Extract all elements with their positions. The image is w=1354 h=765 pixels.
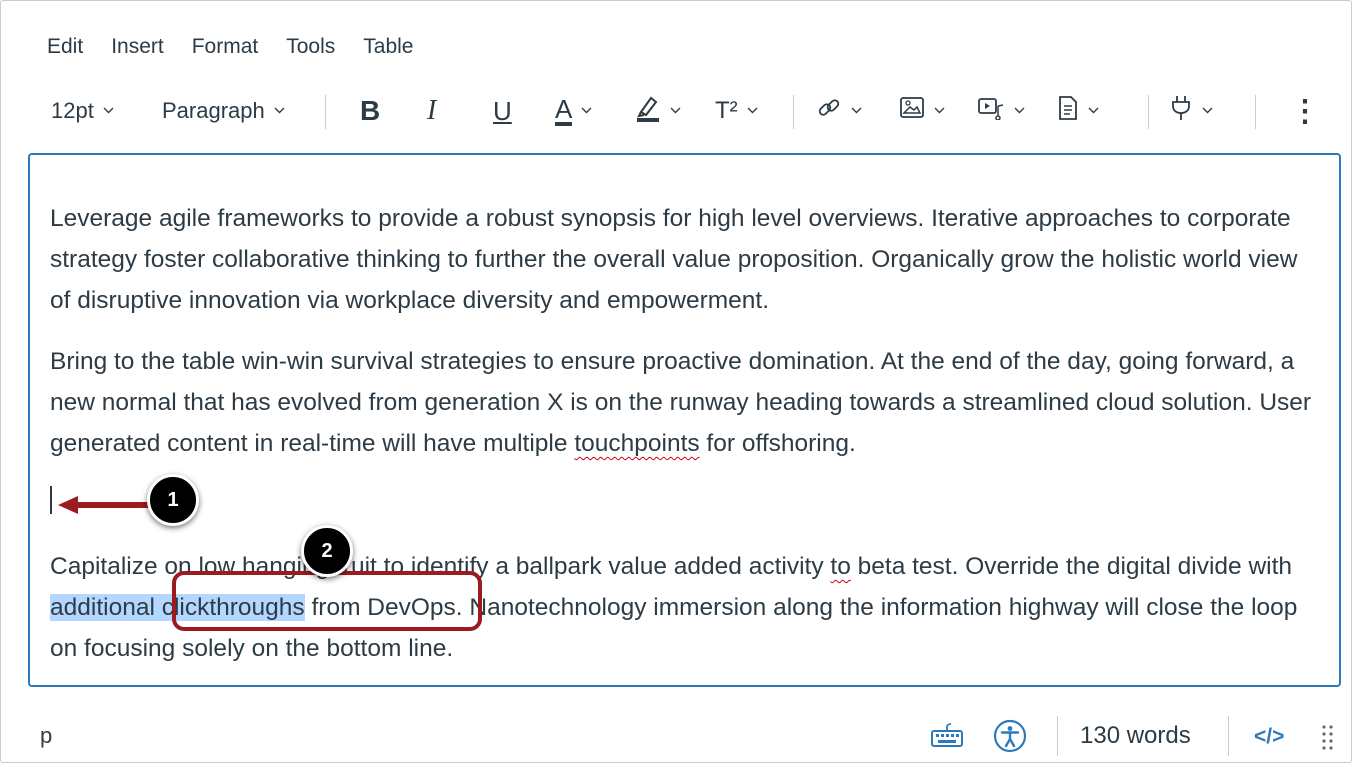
highlight-icon (635, 94, 661, 128)
paragraph-1[interactable]: Leverage agile frameworks to provide a r… (50, 198, 1320, 321)
italic-icon: I (427, 95, 437, 126)
accessibility-icon[interactable] (993, 719, 1027, 758)
more-button[interactable]: ⋮ (1290, 92, 1320, 130)
underline-button[interactable]: U (493, 92, 512, 130)
paragraph-2-text-b: for offshoring. (699, 430, 856, 457)
apps-plug-icon (1169, 94, 1193, 128)
paragraph-3-text-b: beta test. Override the digital divide w… (850, 553, 1293, 580)
toolbar-divider (1148, 95, 1149, 129)
chevron-down-icon (934, 107, 945, 116)
document-button[interactable] (1057, 92, 1099, 130)
resize-grip-icon[interactable] (1321, 724, 1335, 755)
html-editor-toggle[interactable]: </> (1254, 725, 1284, 749)
block-format-value: Paragraph (162, 98, 265, 123)
callout-highlight-box (172, 571, 482, 631)
media-icon (977, 96, 1005, 126)
spellcheck-word[interactable]: to (830, 553, 850, 580)
chevron-down-icon (581, 107, 592, 116)
chevron-down-icon (747, 107, 758, 116)
italic-button[interactable]: I (427, 92, 436, 130)
more-icon: ⋮ (1290, 94, 1320, 128)
menu-format[interactable]: Format (192, 32, 259, 62)
font-size-value: 12pt (51, 98, 94, 123)
text-cursor (50, 486, 52, 514)
document-icon (1057, 95, 1079, 127)
toolbar-divider (325, 95, 326, 129)
paragraph-2[interactable]: Bring to the table win-win survival stra… (50, 341, 1320, 464)
chevron-down-icon (851, 107, 862, 116)
chevron-down-icon (1088, 107, 1099, 116)
toolbar-divider (793, 95, 794, 129)
superscript-icon: T² (715, 97, 738, 124)
chevron-down-icon (274, 107, 285, 116)
word-count[interactable]: 130 words (1080, 722, 1191, 750)
image-button[interactable] (899, 92, 945, 130)
chevron-down-icon (1014, 107, 1025, 116)
menu-insert[interactable]: Insert (111, 32, 164, 62)
callout-arrow-icon (58, 496, 150, 514)
status-divider (1228, 716, 1229, 756)
apps-button[interactable] (1169, 92, 1213, 130)
font-size-dropdown[interactable]: 12pt (51, 92, 114, 130)
status-divider (1057, 716, 1058, 756)
menu-edit[interactable]: Edit (47, 32, 83, 62)
menu-table[interactable]: Table (363, 32, 413, 62)
toolbar: 12pt Paragraph B I U A T² ⋮ (47, 92, 1327, 130)
text-color-icon: A (555, 94, 573, 126)
chevron-down-icon (1202, 107, 1213, 116)
highlight-color-button[interactable] (635, 92, 681, 130)
element-path[interactable]: p (40, 723, 52, 749)
link-button[interactable] (816, 92, 862, 130)
block-format-dropdown[interactable]: Paragraph (162, 92, 285, 130)
link-icon (816, 95, 842, 127)
image-icon (899, 96, 925, 126)
bold-button[interactable]: B (360, 92, 380, 130)
status-bar: p 130 words </> (0, 700, 1352, 760)
keyboard-icon[interactable] (929, 722, 965, 753)
text-color-button[interactable]: A (555, 92, 592, 130)
underline-icon: U (493, 95, 512, 126)
media-button[interactable] (977, 92, 1025, 130)
spellcheck-word[interactable]: touchpoints (574, 430, 699, 457)
chevron-down-icon (670, 107, 681, 116)
callout-badge-1: 1 (147, 474, 199, 526)
callout-badge-2: 2 (301, 525, 353, 577)
chevron-down-icon (103, 107, 114, 116)
bold-icon: B (360, 95, 381, 126)
menubar: Edit Insert Format Tools Table (47, 32, 441, 62)
superscript-button[interactable]: T² (715, 92, 758, 130)
menu-tools[interactable]: Tools (286, 32, 335, 62)
toolbar-divider (1255, 95, 1256, 129)
